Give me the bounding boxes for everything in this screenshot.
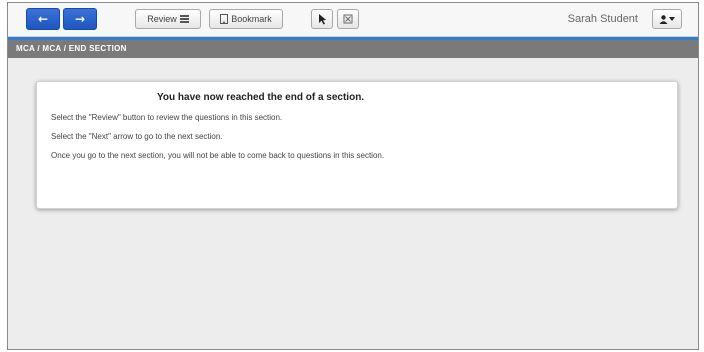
answer-eliminator-button[interactable] bbox=[337, 9, 359, 29]
back-button[interactable]: ← bbox=[26, 8, 60, 30]
next-instruction: Select the "Next" arrow to go to the nex… bbox=[51, 132, 223, 141]
review-instruction: Select the "Review" button to review the… bbox=[51, 113, 283, 122]
review-button-label: Review bbox=[147, 14, 177, 24]
app-window: ← → Review Bookmark Sarah Student MCA / … bbox=[7, 2, 699, 350]
list-icon bbox=[179, 15, 189, 23]
top-toolbar: ← → Review Bookmark Sarah Student bbox=[8, 3, 698, 37]
user-menu-button[interactable] bbox=[652, 9, 682, 29]
pointer-tool-button[interactable] bbox=[311, 9, 333, 29]
caret-down-icon bbox=[669, 17, 675, 21]
navigation-buttons: ← → bbox=[26, 8, 97, 30]
bookmark-icon bbox=[220, 14, 229, 24]
arrow-right-icon: → bbox=[74, 12, 86, 26]
bookmark-button-label: Bookmark bbox=[231, 14, 272, 24]
pointer-icon bbox=[318, 13, 326, 24]
end-section-panel: You have now reached the end of a sectio… bbox=[36, 81, 678, 209]
user-icon bbox=[659, 14, 668, 24]
no-return-warning: Once you go to the next section, you wil… bbox=[51, 151, 385, 160]
breadcrumb: MCA / MCA / END SECTION bbox=[8, 40, 698, 58]
review-button[interactable]: Review bbox=[135, 9, 201, 29]
panel-title: You have now reached the end of a sectio… bbox=[157, 92, 365, 103]
answer-eliminator-icon bbox=[343, 14, 353, 24]
next-button[interactable]: → bbox=[63, 8, 97, 30]
arrow-left-icon: ← bbox=[37, 12, 49, 26]
user-name: Sarah Student bbox=[567, 13, 638, 25]
bookmark-button[interactable]: Bookmark bbox=[209, 9, 283, 29]
